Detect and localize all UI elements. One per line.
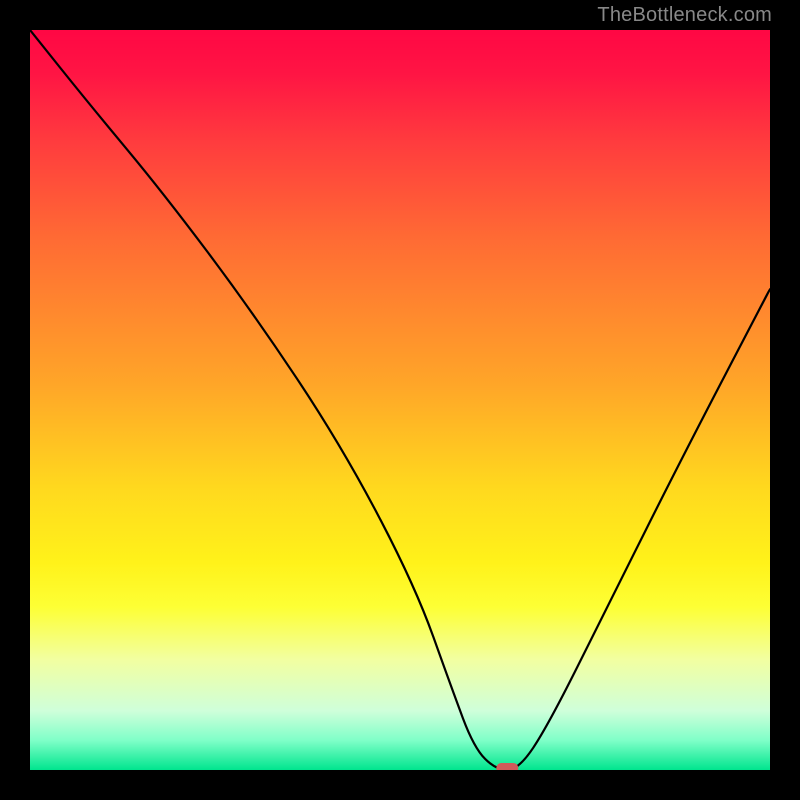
- plot-area: [30, 30, 770, 770]
- optimum-marker: [496, 763, 518, 770]
- bottleneck-curve-path: [30, 30, 770, 770]
- chart-frame: TheBottleneck.com: [0, 0, 800, 800]
- watermark-text: TheBottleneck.com: [597, 4, 772, 27]
- curve-svg: [30, 30, 770, 770]
